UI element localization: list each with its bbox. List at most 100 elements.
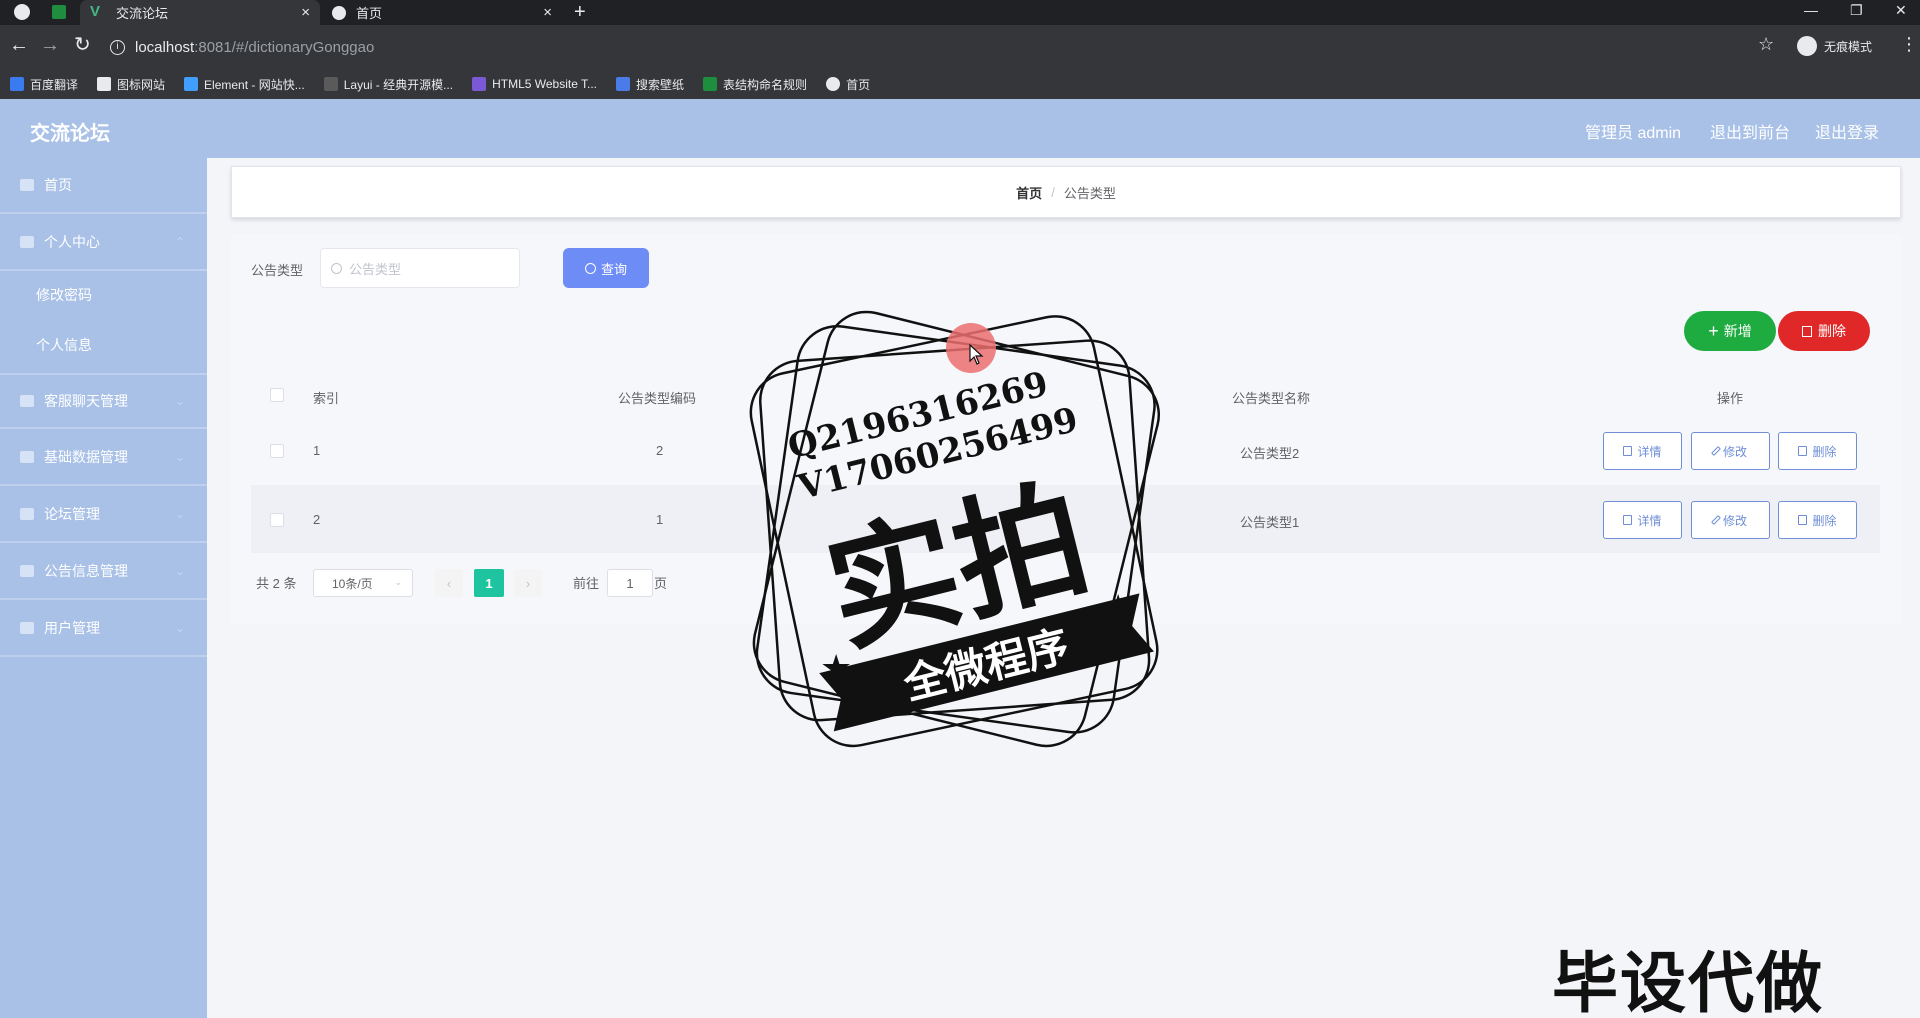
bookmark-item[interactable]: 搜索壁纸 (616, 76, 684, 93)
sidebar-item-service-chat[interactable]: 客服聊天管理 ⌄ (0, 373, 207, 429)
tab-home[interactable]: 首页 × (322, 0, 562, 25)
chevron-up-icon: ⌃ (174, 235, 185, 249)
page-size-select[interactable]: 10条/页 ⌄ (313, 569, 413, 597)
search-icon (331, 262, 342, 274)
bookmark-star-icon[interactable]: ☆ (1758, 34, 1774, 55)
wallpaper-icon (616, 77, 631, 91)
menu-kebab-icon[interactable]: ⋮ (1900, 34, 1918, 55)
bookmark-item[interactable]: Element - 网站快... (184, 76, 305, 93)
delete-button[interactable]: 删除 (1778, 501, 1857, 539)
chevron-down-icon: ⌄ (174, 394, 185, 408)
info-icon[interactable]: i (110, 39, 125, 55)
trash-icon (1798, 515, 1808, 525)
user-icon (20, 236, 34, 248)
close-icon[interactable]: × (543, 4, 552, 21)
corner-watermark: 毕设代做 (1552, 945, 1824, 1018)
sidebar-item-label: 论坛管理 (44, 506, 100, 522)
incognito-icon (1797, 36, 1817, 56)
breadcrumb-home[interactable]: 首页 (1016, 183, 1042, 202)
sidebar-item-label: 公告信息管理 (44, 563, 128, 579)
element-icon (184, 77, 199, 91)
batch-delete-button[interactable]: 删除 (1778, 311, 1870, 351)
breadcrumb-current: 公告类型 (1063, 185, 1116, 201)
home-icon (20, 179, 34, 191)
exit-to-front-link[interactable]: 退出到前台 (1710, 119, 1790, 143)
sidebar-item-label: 首页 (44, 177, 72, 193)
bookmark-item[interactable]: HTML5 Website T... (472, 77, 597, 91)
header-index: 索引 (313, 391, 340, 406)
query-button[interactable]: 查询 (563, 248, 649, 288)
document-icon (1623, 446, 1633, 456)
sidebar-item-label: 个人中心 (44, 234, 100, 250)
chevron-down-icon: ⌄ (174, 564, 185, 578)
sidebar-item-home[interactable]: 首页 (0, 158, 207, 214)
new-tab-button[interactable]: + (574, 1, 586, 24)
search-input[interactable]: 公告类型 (320, 248, 520, 288)
detail-button[interactable]: 详情 (1603, 432, 1682, 470)
close-window-button[interactable]: ✕ (1895, 2, 1907, 19)
chevron-down-icon: ⌄ (174, 621, 185, 635)
header-code: 公告类型编码 (618, 391, 697, 406)
search-label: 公告类型 (251, 263, 304, 278)
url-host: localhost (135, 38, 195, 56)
chevron-down-icon: ⌄ (174, 450, 185, 464)
edit-button[interactable]: 修改 (1691, 501, 1770, 539)
header-actions: 操作 (1717, 391, 1744, 406)
cell-index: 2 (313, 512, 321, 527)
prev-page-button[interactable]: ‹ (435, 569, 463, 597)
address-bar[interactable]: i localhost:8081/#/dictionaryGonggao (110, 34, 1780, 60)
logout-link[interactable]: 退出登录 (1815, 119, 1879, 143)
minimize-button[interactable]: — (1804, 2, 1818, 18)
bookmark-item[interactable]: 首页 (826, 76, 870, 93)
add-button[interactable]: + 新增 (1684, 311, 1776, 351)
row-checkbox[interactable] (270, 444, 284, 458)
sidebar-item-forum[interactable]: 论坛管理 ⌄ (0, 487, 207, 543)
close-icon[interactable]: × (301, 4, 310, 21)
tab-title: 首页 (356, 6, 383, 21)
sidebar: 首页 个人中心 ⌃ 修改密码 个人信息 客服聊天管理 ⌄ 基础数据管理 ⌄ 论坛… (0, 158, 207, 1018)
bookmark-item[interactable]: 图标网站 (97, 76, 165, 93)
restore-button[interactable]: ❐ (1850, 2, 1863, 19)
sidebar-item-basic-data[interactable]: 基础数据管理 ⌄ (0, 430, 207, 486)
app-favicon-icon[interactable] (52, 5, 66, 19)
grid-icon (20, 451, 34, 463)
sidebar-item-personal-info[interactable]: 个人信息 (0, 320, 207, 370)
sheet-icon (703, 77, 718, 91)
detail-button[interactable]: 详情 (1603, 501, 1682, 539)
delete-button[interactable]: 删除 (1778, 432, 1857, 470)
cell-code: 2 (656, 443, 664, 458)
sidebar-item-label: 客服聊天管理 (44, 393, 128, 409)
notice-icon (20, 565, 34, 577)
reload-icon[interactable]: ↻ (74, 35, 91, 55)
forward-icon[interactable]: → (40, 35, 60, 55)
select-all-checkbox[interactable] (270, 388, 284, 402)
tab-forum[interactable]: V 交流论坛 × (80, 0, 320, 25)
flag-icon (97, 77, 112, 91)
cell-name: 公告类型1 (1240, 515, 1300, 530)
sidebar-item-notice[interactable]: 公告信息管理 ⌄ (0, 544, 207, 600)
back-icon[interactable]: ← (9, 35, 29, 55)
bookmark-item[interactable]: 百度翻译 (10, 76, 78, 93)
incognito-label: 无痕模式 (1824, 39, 1873, 54)
chevron-down-icon: ⌄ (174, 507, 185, 521)
next-page-button[interactable]: › (514, 569, 542, 597)
document-icon (1623, 515, 1633, 525)
chat-icon (20, 395, 34, 407)
sidebar-item-personal-center[interactable]: 个人中心 ⌃ (0, 215, 207, 271)
bookmark-item[interactable]: Layui - 经典开源模... (323, 76, 453, 93)
page-number-current[interactable]: 1 (474, 569, 504, 597)
search-icon (584, 262, 596, 274)
globe-icon (826, 77, 841, 91)
bookmark-item[interactable]: 表结构命名规则 (703, 76, 807, 93)
edit-button[interactable]: 修改 (1691, 432, 1770, 470)
chrome-icon[interactable] (14, 4, 30, 20)
sidebar-item-change-password[interactable]: 修改密码 (0, 270, 207, 320)
search-placeholder: 公告类型 (349, 261, 402, 277)
incognito-indicator[interactable]: 无痕模式 (1797, 36, 1872, 56)
row-checkbox[interactable] (270, 513, 284, 527)
url-path: :8081/#/dictionaryGonggao (194, 38, 375, 56)
globe-icon (332, 5, 346, 20)
sidebar-item-users[interactable]: 用户管理 ⌄ (0, 601, 207, 657)
browser-tabbar: V 交流论坛 × 首页 × + — ❐ ✕ (0, 0, 1920, 25)
goto-page-input[interactable]: 1 (607, 569, 653, 597)
